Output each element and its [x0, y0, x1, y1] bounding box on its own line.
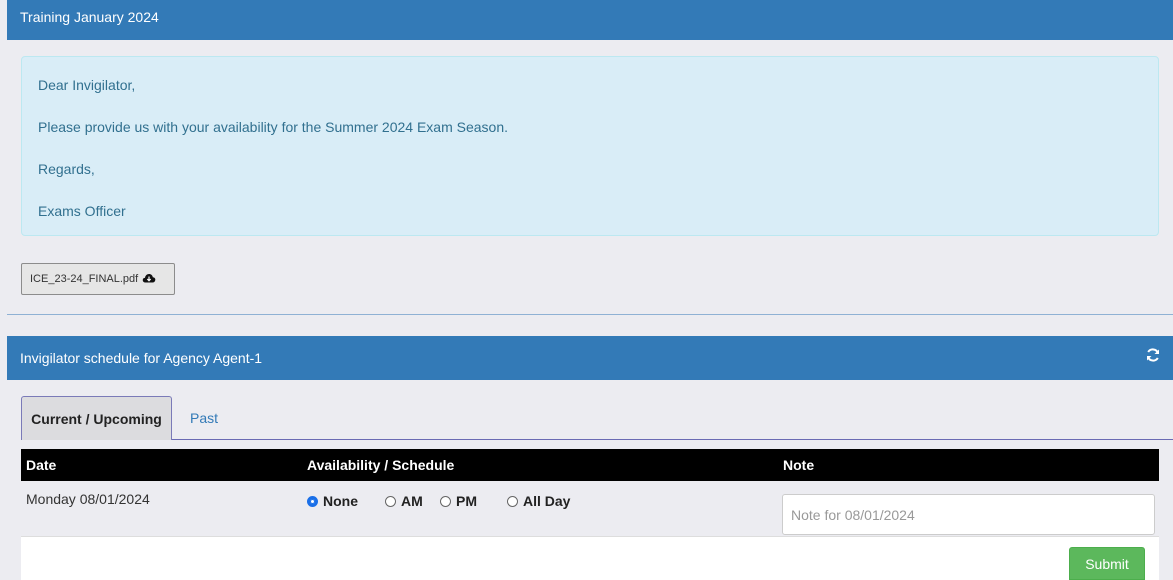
message-body: Please provide us with your availability… [38, 119, 509, 135]
submit-button[interactable]: Submit [1069, 547, 1145, 580]
attachment-label: ICE_23-24_FINAL.pdf [30, 273, 139, 285]
note-input[interactable] [782, 494, 1155, 535]
refresh-icon[interactable] [1145, 347, 1161, 366]
radio-indicator [385, 495, 396, 507]
availability-none-label: None [323, 493, 358, 509]
schedule-tabs: Current / Upcoming Past [21, 396, 1173, 440]
availability-all-day-label: All Day [523, 493, 571, 509]
availability-pm-label: PM [456, 493, 477, 509]
table-footer: Submit [21, 537, 1159, 580]
cloud-download-icon [142, 273, 156, 286]
column-header-availability: Availability / Schedule [307, 457, 455, 473]
column-header-note: Note [783, 457, 815, 473]
radio-selected-indicator [307, 495, 318, 507]
tab-current-upcoming[interactable]: Current / Upcoming [21, 396, 172, 440]
section-divider [7, 314, 1173, 315]
tab-past[interactable]: Past [174, 396, 234, 440]
availability-pm-radio[interactable]: PM [440, 493, 477, 509]
message-signature: Exams Officer [38, 203, 126, 219]
radio-indicator [507, 495, 518, 507]
training-panel-title: Training January 2024 [20, 9, 159, 25]
message-alert: Dear Invigilator, Please provide us with… [21, 56, 1159, 236]
schedule-panel-header: Invigilator schedule for Agency Agent-1 [7, 336, 1173, 380]
training-panel-header: Training January 2024 [7, 0, 1173, 40]
message-greeting: Dear Invigilator, [38, 77, 136, 93]
availability-am-radio[interactable]: AM [385, 493, 423, 509]
availability-none-radio[interactable]: None [307, 493, 358, 509]
row-date: Monday 08/01/2024 [26, 491, 150, 507]
schedule-table-header: Date Availability / Schedule Note [21, 449, 1159, 481]
availability-all-day-radio[interactable]: All Day [507, 493, 570, 509]
message-sign-off: Regards, [38, 161, 95, 177]
availability-am-label: AM [401, 493, 423, 509]
radio-indicator [440, 495, 451, 507]
column-header-date: Date [26, 457, 57, 473]
schedule-panel-title: Invigilator schedule for Agency Agent-1 [20, 350, 263, 366]
table-row: Monday 08/01/2024 None AM PM All Day [21, 481, 1159, 537]
attachment-download-button[interactable]: ICE_23-24_FINAL.pdf [21, 263, 175, 295]
